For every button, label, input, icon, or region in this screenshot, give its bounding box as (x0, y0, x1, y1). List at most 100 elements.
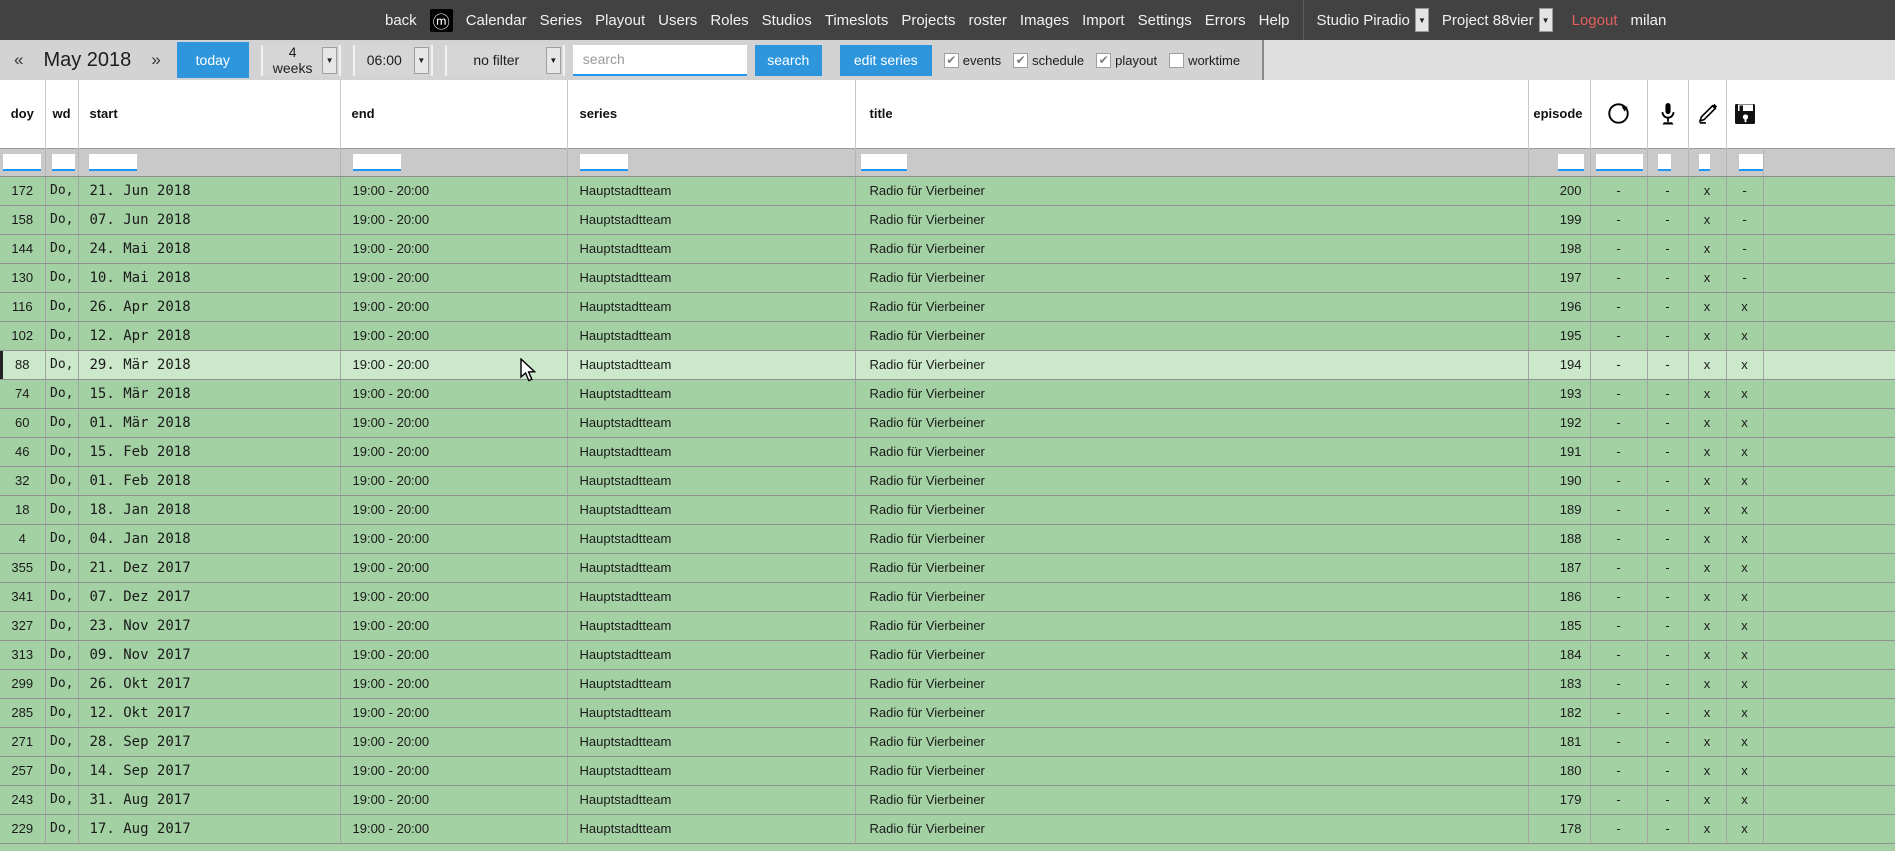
table-row[interactable]: 102Do,12. Apr 201819:00 - 20:00Hauptstad… (0, 321, 1895, 350)
column-header-live[interactable] (1647, 80, 1688, 148)
checkbox-worktime[interactable]: worktime (1169, 53, 1240, 68)
checkbox-checked-icon[interactable]: ✔ (1013, 53, 1028, 68)
logout-link[interactable]: Logout (1572, 12, 1618, 29)
cell-wd: Do, (45, 785, 78, 814)
range-select[interactable]: 4 weeks ▼ (261, 45, 341, 76)
table-row[interactable]: 243Do,31. Aug 201719:00 - 20:00Hauptstad… (0, 785, 1895, 814)
table-row[interactable]: 158Do,07. Jun 201819:00 - 20:00Hauptstad… (0, 205, 1895, 234)
cell-mic: - (1647, 814, 1688, 843)
column-header-doy[interactable]: doy (0, 80, 45, 148)
filter-input-end[interactable] (353, 154, 401, 171)
column-header-series[interactable]: series (567, 80, 855, 148)
table-row[interactable]: 32Do,01. Feb 201819:00 - 20:00Hauptstadt… (0, 466, 1895, 495)
table-row[interactable]: 271Do,28. Sep 201719:00 - 20:00Hauptstad… (0, 727, 1895, 756)
nav-item-roles[interactable]: Roles (710, 12, 748, 29)
filter-select[interactable]: no filter ▼ (445, 45, 565, 76)
table-row[interactable]: 60Do,01. Mär 201819:00 - 20:00Hauptstadt… (0, 408, 1895, 437)
table-row[interactable]: 116Do,26. Apr 201819:00 - 20:00Hauptstad… (0, 292, 1895, 321)
cell-series: Hauptstadtteam (567, 205, 855, 234)
checkbox-playout[interactable]: ✔playout (1096, 53, 1157, 68)
filter-input-start[interactable] (89, 154, 137, 171)
table-row[interactable]: 18Do,18. Jan 201819:00 - 20:00Hauptstadt… (0, 495, 1895, 524)
nav-item-projects[interactable]: Projects (901, 12, 955, 29)
filter-input-rerun[interactable] (1596, 154, 1643, 171)
table-row[interactable]: 172Do,21. Jun 201819:00 - 20:00Hauptstad… (0, 176, 1895, 205)
column-header-archived[interactable] (1726, 80, 1763, 148)
edit-series-button[interactable]: edit series (840, 45, 932, 76)
cell-start: 31. Aug 2017 (78, 785, 340, 814)
chevron-down-icon[interactable]: ▼ (414, 47, 429, 74)
cell-series: Hauptstadtteam (567, 611, 855, 640)
filter-input-live[interactable] (1658, 154, 1671, 171)
table-row[interactable]: 355Do,21. Dez 201719:00 - 20:00Hauptstad… (0, 553, 1895, 582)
cell-episode: 195 (1528, 321, 1590, 350)
column-header-start[interactable]: start (78, 80, 340, 148)
chevron-down-icon[interactable]: ▼ (546, 47, 561, 74)
table-row[interactable]: 144Do,24. Mai 201819:00 - 20:00Hauptstad… (0, 234, 1895, 263)
table-row[interactable]: 341Do,07. Dez 201719:00 - 20:00Hauptstad… (0, 582, 1895, 611)
column-header-wd[interactable]: wd (45, 80, 78, 148)
cell-mic: - (1647, 234, 1688, 263)
nav-item-users[interactable]: Users (658, 12, 697, 29)
checkbox-events[interactable]: ✔events (944, 53, 1001, 68)
cell-end: 19:00 - 20:00 (340, 379, 567, 408)
checkbox-unchecked-icon[interactable] (1169, 53, 1184, 68)
table-row[interactable]: 130Do,10. Mai 201819:00 - 20:00Hauptstad… (0, 263, 1895, 292)
prev-month-button[interactable]: « (8, 50, 29, 70)
filter-input-preproduced[interactable] (1699, 154, 1710, 171)
nav-item-series[interactable]: Series (540, 12, 583, 29)
nav-item-studios[interactable]: Studios (762, 12, 812, 29)
table-row[interactable]: 285Do,12. Okt 201719:00 - 20:00Hauptstad… (0, 698, 1895, 727)
search-button[interactable]: search (755, 45, 822, 76)
filter-input-episode[interactable] (1558, 154, 1584, 171)
table-row[interactable]: 229Do,17. Aug 201719:00 - 20:00Hauptstad… (0, 814, 1895, 843)
table-row[interactable]: 327Do,23. Nov 201719:00 - 20:00Hauptstad… (0, 611, 1895, 640)
nav-item-import[interactable]: Import (1082, 12, 1125, 29)
table-row[interactable]: 74Do,15. Mär 201819:00 - 20:00Hauptstadt… (0, 379, 1895, 408)
chevron-down-icon[interactable]: ▼ (1415, 8, 1429, 32)
nav-item-settings[interactable]: Settings (1138, 12, 1192, 29)
column-header-episode[interactable]: episode (1528, 80, 1590, 148)
nav-item-playout[interactable]: Playout (595, 12, 645, 29)
cell-title: Radio für Vierbeiner (855, 582, 1528, 611)
nav-item-errors[interactable]: Errors (1205, 12, 1246, 29)
table-row[interactable]: 257Do,14. Sep 201719:00 - 20:00Hauptstad… (0, 756, 1895, 785)
table-row[interactable]: 46Do,15. Feb 201819:00 - 20:00Hauptstadt… (0, 437, 1895, 466)
nav-item-calendar[interactable]: Calendar (466, 12, 527, 29)
table-row[interactable]: 299Do,26. Okt 201719:00 - 20:00Hauptstad… (0, 669, 1895, 698)
table-row[interactable]: 88Do,29. Mär 201819:00 - 20:00Hauptstadt… (0, 350, 1895, 379)
checkbox-checked-icon[interactable]: ✔ (944, 53, 959, 68)
nav-item-images[interactable]: Images (1020, 12, 1069, 29)
nav-item-timeslots[interactable]: Timeslots (825, 12, 889, 29)
column-header-preproduced[interactable] (1688, 80, 1726, 148)
filter-input-wd[interactable] (52, 154, 75, 171)
filter-input-title[interactable] (861, 154, 907, 171)
chevron-down-icon[interactable]: ▼ (322, 47, 336, 74)
cell-title: Radio für Vierbeiner (855, 292, 1528, 321)
filter-input-doy[interactable] (3, 154, 41, 171)
table-row[interactable]: 4Do,04. Jan 201819:00 - 20:00Hauptstadtt… (0, 524, 1895, 553)
back-link[interactable]: back (385, 12, 417, 29)
cell-pencil: x (1688, 292, 1726, 321)
column-header-rerun[interactable] (1590, 80, 1647, 148)
time-select[interactable]: 06:00 ▼ (353, 45, 433, 76)
today-button[interactable]: today (177, 42, 249, 78)
table-row[interactable]: 313Do,09. Nov 201719:00 - 20:00Hauptstad… (0, 640, 1895, 669)
filter-input-series[interactable] (580, 154, 628, 171)
cell-floppy: x (1726, 582, 1763, 611)
studio-select[interactable]: Studio Piradio ▼ (1317, 8, 1429, 32)
cell-start: 26. Apr 2018 (78, 292, 340, 321)
search-input[interactable] (573, 45, 747, 76)
cell-episode: 198 (1528, 234, 1590, 263)
nav-item-roster[interactable]: roster (969, 12, 1007, 29)
next-month-button[interactable]: » (145, 50, 166, 70)
cell-mic: - (1647, 379, 1688, 408)
project-select[interactable]: Project 88vier ▼ (1442, 8, 1553, 32)
checkbox-checked-icon[interactable]: ✔ (1096, 53, 1111, 68)
chevron-down-icon[interactable]: ▼ (1539, 8, 1553, 32)
column-header-end[interactable]: end (340, 80, 567, 148)
nav-item-help[interactable]: Help (1259, 12, 1290, 29)
checkbox-schedule[interactable]: ✔schedule (1013, 53, 1084, 68)
column-header-title[interactable]: title (855, 80, 1528, 148)
app-logo-icon[interactable]: ⓜ (430, 9, 453, 32)
